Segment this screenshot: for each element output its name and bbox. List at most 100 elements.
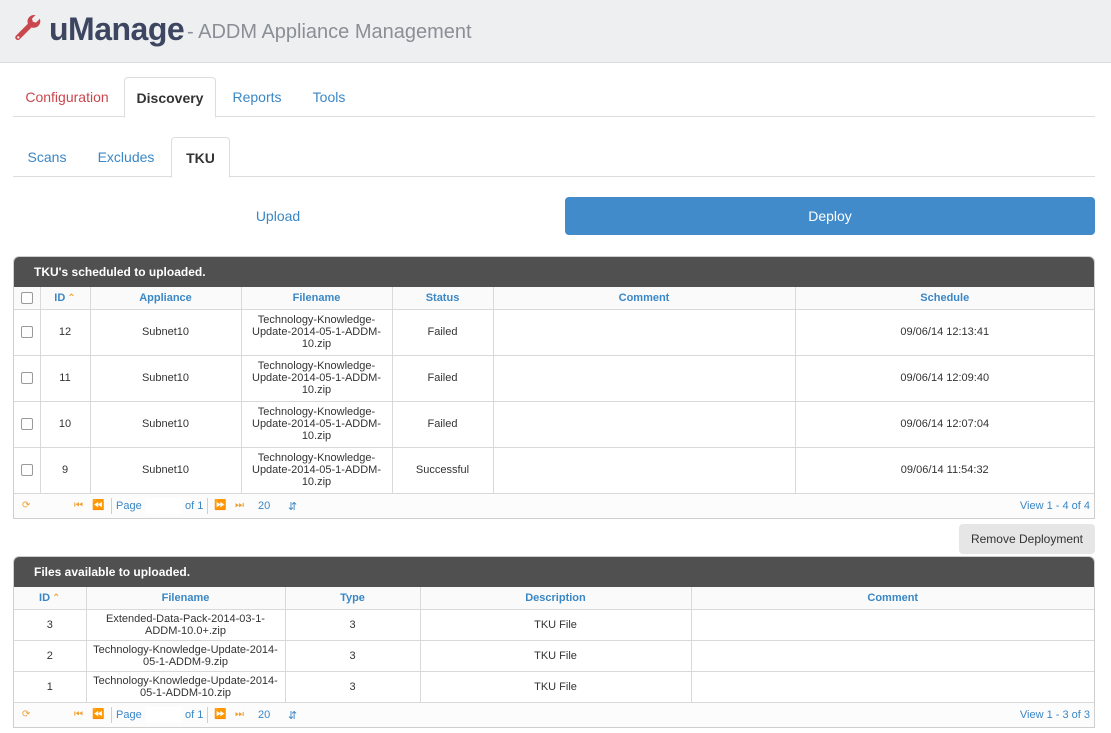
row-checkbox[interactable]	[20, 418, 33, 431]
cell-type: 3	[285, 671, 421, 703]
tab-discovery[interactable]: Discovery	[124, 77, 216, 118]
tab-tku[interactable]: TKU	[171, 137, 230, 178]
column-header-filename[interactable]: Filename	[241, 287, 393, 310]
cell-appliance: Subnet10	[90, 309, 242, 356]
tab-excludes[interactable]: Excludes	[93, 137, 159, 177]
first-page-icon[interactable]: ⏮	[74, 500, 83, 511]
files-table: ID ⌃ Filename Type Description Comment 3 …	[14, 587, 1094, 703]
page-of-label: of 1	[185, 708, 204, 721]
column-header-id[interactable]: ID ⌃	[40, 287, 91, 310]
sub-tabbar: Scans Excludes TKU	[13, 137, 1095, 178]
cell-description: TKU File	[420, 671, 692, 703]
pager-separator	[207, 706, 208, 723]
prev-page-icon[interactable]: ⏪	[92, 500, 104, 511]
next-page-icon[interactable]: ⏩	[214, 500, 226, 511]
row-checkbox[interactable]	[20, 464, 33, 477]
deploy-button[interactable]: Deploy	[565, 197, 1095, 235]
column-header-appliance[interactable]: Appliance	[90, 287, 242, 310]
cell-id: 12	[40, 309, 91, 356]
cell-status: Failed	[392, 309, 494, 356]
cell-id: 1	[14, 671, 87, 703]
scheduled-tku-grid: TKU's scheduled to uploaded. ID ⌃ Applian…	[13, 256, 1095, 519]
select-arrows-icon[interactable]: ⇵	[288, 709, 297, 722]
cell-status: Failed	[392, 401, 494, 448]
last-page-icon[interactable]: ⏭	[235, 709, 244, 720]
table-row[interactable]: 11 Subnet10 Technology-Knowledge-Update-…	[14, 355, 1094, 402]
column-header-description[interactable]: Description	[420, 587, 692, 610]
column-header-type[interactable]: Type	[285, 587, 421, 610]
cell-comment	[691, 609, 1094, 641]
table-row[interactable]: 2 Technology-Knowledge-Update-2014-05-1-…	[14, 640, 1094, 672]
cell-filename: Technology-Knowledge-Update-2014-05-1-AD…	[241, 401, 393, 448]
cell-comment	[691, 640, 1094, 672]
cell-id: 9	[40, 447, 91, 494]
cell-schedule: 09/06/14 11:54:32	[795, 447, 1094, 494]
cell-filename: Extended-Data-Pack-2014-03-1-ADDM-10.0+.…	[86, 609, 286, 641]
column-header-comment[interactable]: Comment	[493, 287, 796, 310]
remove-deployment-button[interactable]: Remove Deployment	[959, 524, 1095, 554]
first-page-icon[interactable]: ⏮	[74, 709, 83, 720]
cell-id: 3	[14, 609, 87, 641]
row-checkbox[interactable]	[20, 372, 33, 385]
page-of-label: of 1	[185, 499, 204, 512]
upload-button[interactable]: Upload	[13, 197, 543, 235]
tab-reports[interactable]: Reports	[225, 77, 289, 117]
column-header-status[interactable]: Status	[392, 287, 494, 310]
refresh-icon[interactable]: ⟳	[22, 500, 30, 511]
page-input[interactable]	[146, 497, 182, 514]
select-all-cell	[14, 287, 41, 310]
cell-schedule: 09/06/14 12:13:41	[795, 309, 1094, 356]
column-header-id[interactable]: ID ⌃	[14, 587, 87, 610]
cell-schedule: 09/06/14 12:07:04	[795, 401, 1094, 448]
cell-type: 3	[285, 609, 421, 641]
table-row[interactable]: 1 Technology-Knowledge-Update-2014-05-1-…	[14, 671, 1094, 703]
cell-filename: Technology-Knowledge-Update-2014-05-1-AD…	[241, 355, 393, 402]
select-all-checkbox[interactable]	[20, 291, 33, 304]
grid-caption: Files available to uploaded.	[14, 557, 1094, 587]
cell-status: Successful	[392, 447, 494, 494]
pager: ⟳ ⏮ ⏪ Page of 1 ⏩ ⏭ 20 ⇵ View 1 - 3 of 3	[14, 702, 1094, 727]
cell-description: TKU File	[420, 609, 692, 641]
cell-filename: Technology-Knowledge-Update-2014-05-1-AD…	[241, 447, 393, 494]
table-row[interactable]: 10 Subnet10 Technology-Knowledge-Update-…	[14, 401, 1094, 448]
column-header-schedule[interactable]: Schedule	[795, 287, 1094, 310]
next-page-icon[interactable]: ⏩	[214, 709, 226, 720]
pager-separator	[111, 706, 112, 723]
cell-appliance: Subnet10	[90, 401, 242, 448]
prev-page-icon[interactable]: ⏪	[92, 709, 104, 720]
cell-comment	[493, 309, 796, 356]
cell-comment	[493, 355, 796, 402]
select-arrows-icon[interactable]: ⇵	[288, 500, 297, 513]
main-tabbar: Configuration Discovery Reports Tools	[13, 77, 1095, 118]
wrench-icon	[15, 14, 41, 41]
cell-appliance: Subnet10	[90, 355, 242, 402]
page-label: Page	[116, 708, 142, 721]
table-row[interactable]: 12 Subnet10 Technology-Knowledge-Update-…	[14, 309, 1094, 356]
cell-id: 11	[40, 355, 91, 402]
cell-comment	[691, 671, 1094, 703]
app-title: uManage	[49, 11, 185, 47]
tab-scans[interactable]: Scans	[21, 137, 73, 177]
page-label: Page	[116, 499, 142, 512]
cell-filename: Technology-Knowledge-Update-2014-05-1-AD…	[241, 309, 393, 356]
row-checkbox[interactable]	[20, 326, 33, 339]
scheduled-table: ID ⌃ Appliance Filename Status Comment Sc…	[14, 287, 1094, 494]
grid-caption: TKU's scheduled to uploaded.	[14, 257, 1094, 287]
table-row[interactable]: 9 Subnet10 Technology-Knowledge-Update-2…	[14, 447, 1094, 494]
pager-separator	[207, 497, 208, 514]
column-header-filename[interactable]: Filename	[86, 587, 286, 610]
sort-icon: ⌃	[67, 292, 76, 304]
cell-description: TKU File	[420, 640, 692, 672]
cell-comment	[493, 401, 796, 448]
tab-tools[interactable]: Tools	[305, 77, 353, 117]
page-input[interactable]	[146, 706, 182, 723]
tab-configuration[interactable]: Configuration	[13, 77, 121, 117]
last-page-icon[interactable]: ⏭	[235, 500, 244, 511]
page-size-select[interactable]: 20	[258, 500, 270, 512]
page-size-select[interactable]: 20	[258, 709, 270, 721]
table-row[interactable]: 3 Extended-Data-Pack-2014-03-1-ADDM-10.0…	[14, 609, 1094, 641]
files-available-grid: Files available to uploaded. ID ⌃ Filenam…	[13, 556, 1095, 728]
refresh-icon[interactable]: ⟳	[22, 709, 30, 720]
column-header-comment[interactable]: Comment	[691, 587, 1094, 610]
sort-icon: ⌃	[52, 592, 61, 604]
